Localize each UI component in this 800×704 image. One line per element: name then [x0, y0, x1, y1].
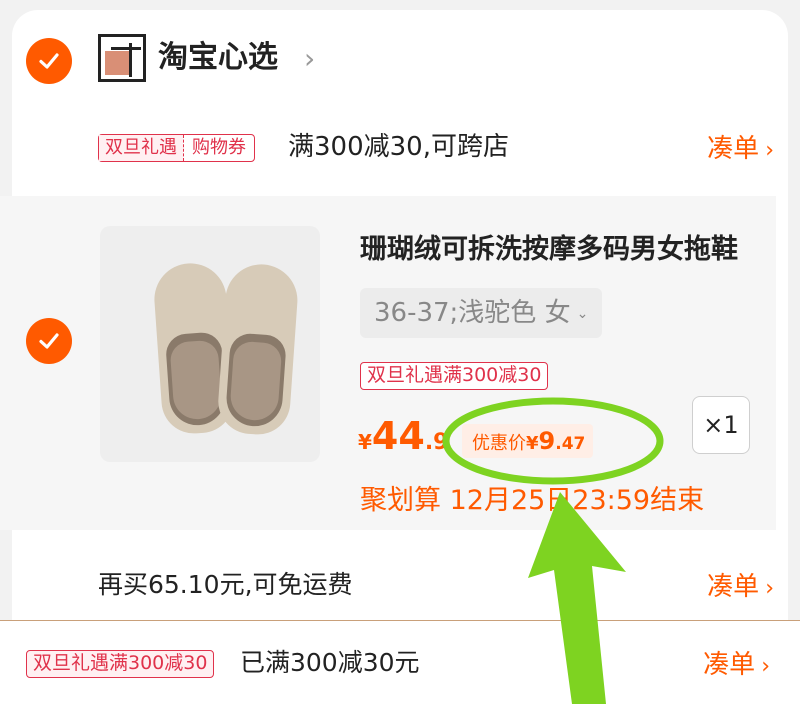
- bottom-promo-status: 已满300减30元: [240, 648, 420, 677]
- flash-deal-countdown: 聚划算 12月25日23:59结束: [360, 485, 705, 516]
- price-currency: ¥: [358, 430, 372, 454]
- product-price: ¥44.9: [358, 414, 448, 458]
- price-decimal: .9: [424, 430, 449, 455]
- sku-value: 36-37;浅驼色 女: [374, 298, 571, 328]
- coupon-tag-event: 双旦礼遇: [99, 135, 183, 161]
- shop-chevron-icon[interactable]: ›: [304, 44, 315, 74]
- item-checkbox[interactable]: [26, 318, 72, 364]
- sku-selector[interactable]: 36-37;浅驼色 女 ⌄: [360, 288, 603, 338]
- discount-integer: 9: [538, 427, 556, 455]
- product-image[interactable]: [100, 226, 320, 462]
- shop-checkbox[interactable]: [26, 38, 72, 84]
- discount-label: 优惠价: [472, 433, 526, 454]
- price-integer: 44: [371, 414, 425, 458]
- chevron-right-icon: ›: [765, 138, 774, 163]
- coupon-tag-type: 购物券: [192, 137, 246, 158]
- chevron-right-icon: ›: [765, 576, 774, 601]
- coupon-description: 满300减30,可跨店: [288, 132, 509, 162]
- check-icon: [39, 333, 59, 349]
- coupon-tag: 双旦礼遇 购物券: [98, 134, 255, 162]
- chevron-down-icon: ⌄: [576, 305, 589, 322]
- free-shipping-hint: 再买65.10元,可免运费: [98, 570, 353, 599]
- bottom-add-on-label: 凑单: [703, 650, 756, 680]
- quantity-stepper[interactable]: ×1: [692, 396, 750, 454]
- activity-tag: 双旦礼遇满300减30: [360, 362, 549, 390]
- product-title[interactable]: 珊瑚绒可拆洗按摩多码男女拖鞋: [360, 232, 760, 268]
- discount-decimal: .47: [555, 434, 586, 454]
- shipping-add-on-label: 凑单: [707, 572, 760, 602]
- coupon-add-on-link[interactable]: 凑单 ›: [707, 132, 774, 168]
- bottom-promo-tag: 双旦礼遇满300减30: [26, 650, 215, 678]
- coupon-add-on-label: 凑单: [707, 134, 760, 164]
- discount-price-badge: 优惠价¥9.47: [462, 424, 594, 458]
- check-icon: [39, 53, 59, 69]
- shop-logo-icon: [98, 34, 146, 82]
- bottom-add-on-link[interactable]: 凑单 ›: [703, 648, 770, 684]
- shop-name[interactable]: 淘宝心选: [158, 38, 278, 78]
- discount-currency: ¥: [526, 433, 539, 454]
- shipping-add-on-link[interactable]: 凑单 ›: [707, 570, 774, 606]
- chevron-right-icon: ›: [761, 654, 770, 679]
